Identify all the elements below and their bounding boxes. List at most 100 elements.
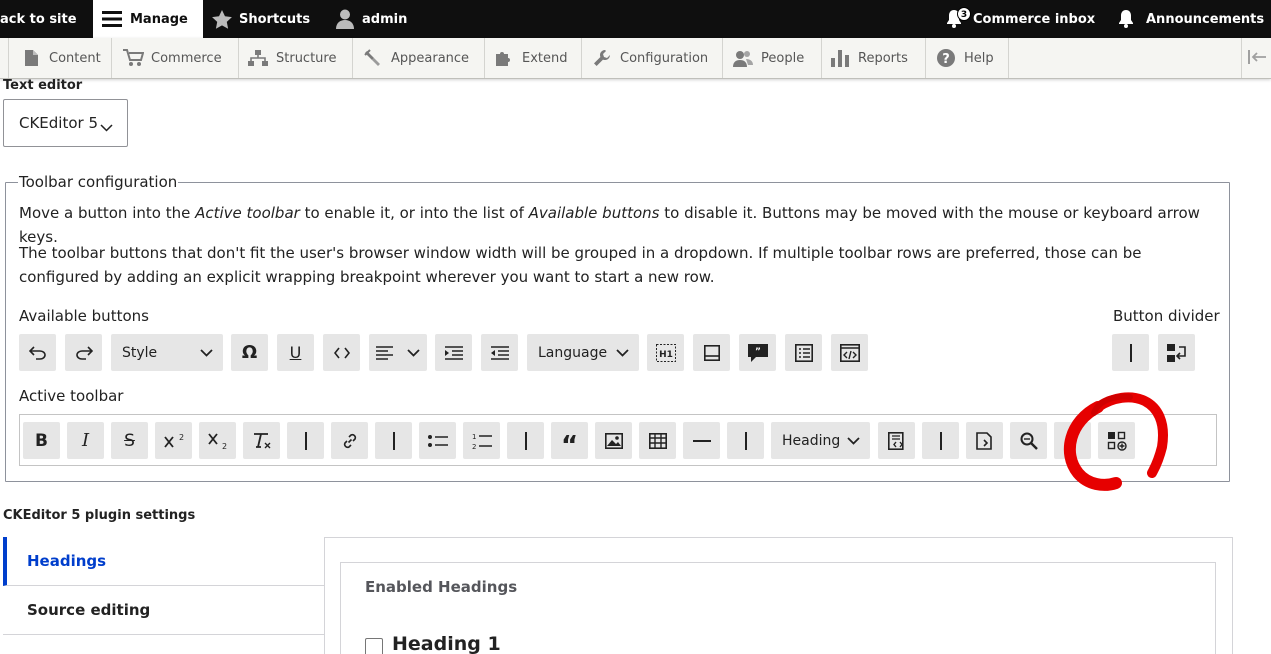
chevron-down-icon bbox=[100, 118, 113, 136]
back-to-site-label: ack to site bbox=[0, 11, 77, 27]
menu-reports-label: Reports bbox=[858, 50, 908, 66]
special-characters-button[interactable]: Ω bbox=[231, 334, 268, 371]
puzzle-icon bbox=[493, 49, 515, 67]
alignment-dropdown-button[interactable] bbox=[369, 334, 427, 371]
horizontal-line-button[interactable] bbox=[683, 422, 720, 459]
commerce-inbox-tab[interactable]: 3 Commerce inbox bbox=[946, 0, 1095, 38]
superscript-icon: 2 bbox=[163, 433, 184, 449]
find-replace-button[interactable] bbox=[1010, 422, 1047, 459]
help-text-part: Move a button into the bbox=[19, 204, 196, 222]
menu-commerce[interactable]: Commerce bbox=[112, 38, 239, 78]
redo-button[interactable] bbox=[65, 334, 102, 371]
remove-format-button[interactable] bbox=[243, 422, 280, 459]
menu-appearance-label: Appearance bbox=[391, 50, 470, 66]
menu-configuration[interactable]: Configuration bbox=[582, 38, 723, 78]
manage-tab[interactable]: Manage bbox=[93, 0, 203, 38]
back-to-site-link[interactable]: ack to site bbox=[0, 0, 93, 38]
sitemap-icon bbox=[247, 49, 269, 67]
italic-button[interactable]: I bbox=[67, 422, 104, 459]
svg-text:2: 2 bbox=[179, 433, 184, 442]
file-icon bbox=[20, 49, 42, 67]
bold-icon: B bbox=[35, 430, 48, 451]
numbered-list-button[interactable]: 12 bbox=[463, 422, 500, 459]
menu-extend[interactable]: Extend bbox=[485, 38, 582, 78]
outdent-button[interactable] bbox=[481, 334, 518, 371]
table-of-contents-button[interactable] bbox=[785, 334, 822, 371]
shortcuts-label: Shortcuts bbox=[239, 11, 311, 27]
outdent-icon bbox=[490, 345, 509, 360]
tray-orientation-toggle[interactable] bbox=[1241, 38, 1271, 78]
table-button[interactable] bbox=[639, 422, 676, 459]
svg-text:?: ? bbox=[942, 52, 950, 67]
language-dropdown-button[interactable]: Language bbox=[527, 334, 639, 371]
code-icon bbox=[333, 347, 350, 359]
code-block-button[interactable] bbox=[878, 422, 915, 459]
heading-1-checkbox[interactable] bbox=[365, 638, 383, 654]
chevron-down-icon bbox=[407, 348, 420, 357]
help-text-emphasis: Active toolbar bbox=[195, 204, 300, 222]
collapse-arrow-icon bbox=[1247, 49, 1266, 68]
active-divider-5[interactable] bbox=[922, 422, 959, 459]
vertical-bar-icon bbox=[392, 431, 395, 450]
subscript-button[interactable]: 2 bbox=[199, 422, 236, 459]
button-divider-label: Button divider bbox=[1113, 307, 1220, 325]
bulleted-list-icon bbox=[427, 434, 448, 448]
menu-help-label: Help bbox=[964, 50, 994, 66]
wrap-divider-button[interactable] bbox=[1158, 334, 1195, 371]
vertical-tab-source-editing[interactable]: Source editing bbox=[3, 586, 324, 635]
divider-button[interactable] bbox=[1112, 334, 1149, 371]
blockquote-comment-button[interactable]: ” bbox=[739, 334, 776, 371]
strikethrough-button[interactable]: S bbox=[111, 422, 148, 459]
menu-reports[interactable]: Reports bbox=[822, 38, 926, 78]
superscript-button[interactable]: 2 bbox=[155, 422, 192, 459]
vertical-tab-headings[interactable]: Headings bbox=[3, 537, 324, 586]
wrench-icon bbox=[591, 49, 613, 67]
active-divider-2[interactable] bbox=[375, 422, 412, 459]
link-button[interactable] bbox=[331, 422, 368, 459]
align-left-icon bbox=[375, 345, 394, 360]
menu-help[interactable]: ? Help bbox=[926, 38, 1009, 78]
menu-structure[interactable]: Structure bbox=[239, 38, 353, 78]
code-block-icon bbox=[839, 343, 860, 362]
bulleted-list-button[interactable] bbox=[419, 422, 456, 459]
html-embed-button[interactable] bbox=[831, 334, 868, 371]
menu-people[interactable]: People bbox=[723, 38, 822, 78]
heading-1-label: Heading 1 bbox=[392, 633, 501, 654]
chevron-down-icon bbox=[200, 348, 213, 357]
manage-label: Manage bbox=[130, 11, 188, 27]
menu-content[interactable]: Content bbox=[8, 38, 112, 78]
image-button[interactable] bbox=[595, 422, 632, 459]
blockquote-button[interactable]: “ bbox=[551, 422, 588, 459]
menu-appearance[interactable]: Appearance bbox=[353, 38, 485, 78]
user-icon bbox=[336, 9, 354, 29]
bold-button[interactable]: B bbox=[23, 422, 60, 459]
toolbar-configuration-legend: Toolbar configuration bbox=[19, 173, 178, 191]
underline-button[interactable]: U bbox=[277, 334, 314, 371]
active-divider-4[interactable] bbox=[727, 422, 764, 459]
code-button[interactable] bbox=[323, 334, 360, 371]
vertical-bar-icon bbox=[939, 431, 942, 450]
available-buttons-label: Available buttons bbox=[19, 307, 149, 325]
indent-button[interactable] bbox=[435, 334, 472, 371]
enabled-headings-title: Enabled Headings bbox=[365, 578, 518, 596]
announcements-label: Announcements bbox=[1146, 11, 1265, 27]
language-dropdown-label: Language bbox=[538, 344, 608, 361]
inbox-count-badge: 3 bbox=[957, 7, 971, 21]
quote-icon: “ bbox=[560, 430, 579, 461]
shortcuts-tab[interactable]: Shortcuts bbox=[212, 0, 310, 38]
help-text-part: to enable it, or into the list of bbox=[299, 204, 529, 222]
style-dropdown-button[interactable]: Style bbox=[111, 334, 223, 371]
source-button[interactable] bbox=[966, 422, 1003, 459]
announcements-tab[interactable]: Announcements bbox=[1118, 0, 1264, 38]
active-divider-3[interactable] bbox=[507, 422, 544, 459]
user-tab[interactable]: admin bbox=[336, 0, 407, 38]
menu-commerce-label: Commerce bbox=[151, 50, 222, 66]
heading-one-button[interactable]: H1 bbox=[647, 334, 684, 371]
text-editor-value: CKEditor 5 bbox=[19, 114, 99, 132]
source-editing-area-button[interactable] bbox=[693, 334, 730, 371]
undo-button[interactable] bbox=[19, 334, 56, 371]
heading-dropdown-button[interactable]: Heading bbox=[771, 422, 870, 459]
text-editor-select[interactable]: CKEditor 5 bbox=[3, 99, 128, 147]
indent-icon bbox=[444, 345, 463, 360]
active-divider-1[interactable] bbox=[287, 422, 324, 459]
